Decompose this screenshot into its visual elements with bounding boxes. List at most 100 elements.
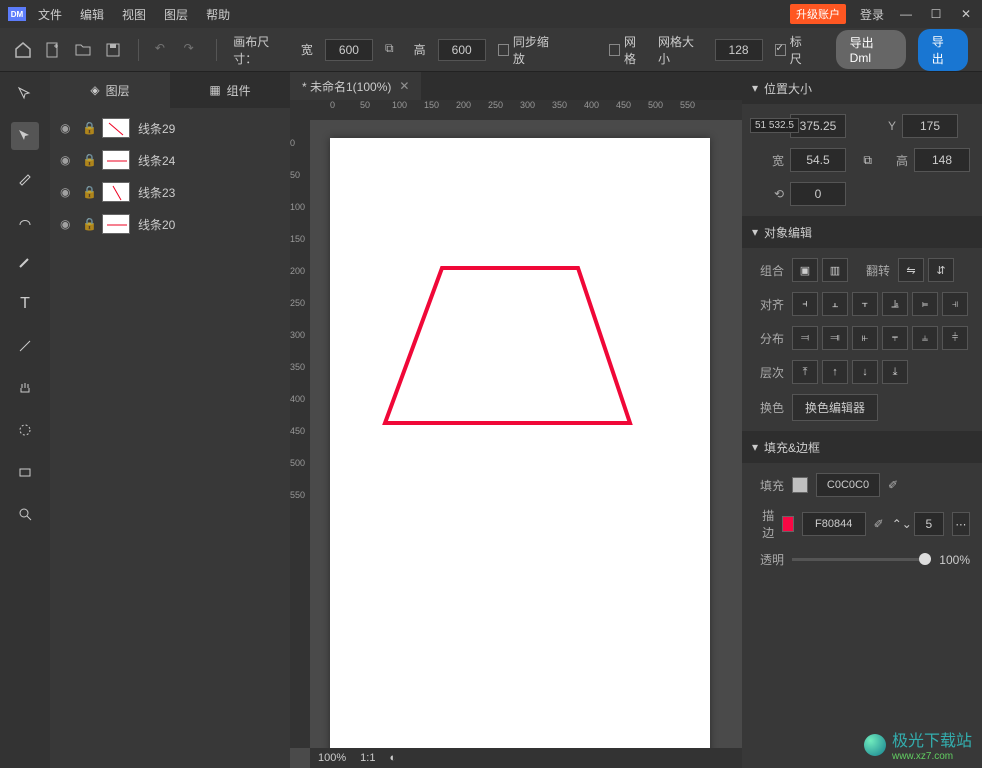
layer-row[interactable]: ◉ 🔒 线条24	[50, 144, 290, 176]
align-top-button[interactable]: ⫡	[882, 292, 908, 316]
menu-layer[interactable]: 图层	[164, 6, 188, 23]
fill-swatch[interactable]	[792, 477, 808, 493]
send-back-button[interactable]: ⤓	[882, 360, 908, 384]
bring-front-button[interactable]: ⤒	[792, 360, 818, 384]
lock-icon[interactable]: 🔒	[82, 153, 94, 167]
ungroup-button[interactable]: ▥	[822, 258, 848, 282]
hand-tool[interactable]	[11, 374, 39, 402]
group-button[interactable]: ▣	[792, 258, 818, 282]
section-fill-header[interactable]: ▾ 填充&边框	[742, 431, 982, 463]
minimize-button[interactable]: —	[898, 6, 914, 22]
dist-h3-button[interactable]: ⫦	[852, 326, 878, 350]
eyedropper-icon[interactable]: ✐	[874, 517, 884, 531]
visibility-icon[interactable]: ◉	[60, 153, 74, 167]
layer-name: 线条23	[138, 184, 175, 201]
menu-edit[interactable]: 编辑	[80, 6, 104, 23]
width-input[interactable]	[790, 148, 846, 172]
link-dimensions-icon[interactable]: ⧉	[385, 41, 402, 59]
tab-layers[interactable]: ◈ 图层	[50, 72, 170, 108]
bezier-tool[interactable]	[11, 206, 39, 234]
redo-icon[interactable]: ↷	[184, 41, 201, 59]
stroke-swatch[interactable]	[782, 516, 793, 532]
trapezoid-shape[interactable]	[330, 138, 710, 748]
grid-size-input[interactable]	[715, 39, 763, 61]
layer-row[interactable]: ◉ 🔒 线条23	[50, 176, 290, 208]
canvas[interactable]	[330, 138, 710, 748]
sync-scale-checkbox[interactable]: 同步缩放	[498, 33, 557, 67]
ruler-checkbox[interactable]: 标尺	[775, 33, 812, 67]
send-backward-button[interactable]: ↓	[852, 360, 878, 384]
canvas-size-label: 画布尺寸：	[233, 33, 289, 67]
dist-h1-button[interactable]: ⫤	[792, 326, 818, 350]
canvas-width-input[interactable]	[325, 39, 373, 61]
height-input[interactable]	[914, 148, 970, 172]
upgrade-badge[interactable]: 升级账户	[790, 4, 846, 24]
opacity-slider[interactable]	[792, 558, 931, 561]
export-button[interactable]: 导出	[918, 29, 968, 71]
lock-icon[interactable]: 🔒	[82, 121, 94, 135]
zoom-level[interactable]: 100%	[318, 752, 346, 764]
zoom-slider-icon[interactable]: ◐	[389, 752, 396, 764]
flip-h-button[interactable]: ⇋	[898, 258, 924, 282]
tab-components[interactable]: ▦ 组件	[170, 72, 290, 108]
align-bottom-button[interactable]: ⫣	[942, 292, 968, 316]
dist-v3-button[interactable]: ⫩	[942, 326, 968, 350]
direct-select-tool[interactable]	[11, 122, 39, 150]
line-tool[interactable]	[11, 332, 39, 360]
brush-tool[interactable]	[11, 248, 39, 276]
menu-view[interactable]: 视图	[122, 6, 146, 23]
layer-row[interactable]: ◉ 🔒 线条20	[50, 208, 290, 240]
menu-help[interactable]: 帮助	[206, 6, 230, 23]
align-left-button[interactable]: ⫞	[792, 292, 818, 316]
lock-icon[interactable]: 🔒	[82, 217, 94, 231]
stroke-color-input[interactable]	[802, 512, 866, 536]
lock-icon[interactable]: 🔒	[82, 185, 94, 199]
align-right-button[interactable]: ⫟	[852, 292, 878, 316]
rect-tool[interactable]	[11, 458, 39, 486]
y-input[interactable]	[902, 114, 958, 138]
dist-v1-button[interactable]: ⫧	[882, 326, 908, 350]
align-center-v-button[interactable]: ⫢	[912, 292, 938, 316]
bring-forward-button[interactable]: ↑	[822, 360, 848, 384]
visibility-icon[interactable]: ◉	[60, 217, 74, 231]
grid-checkbox[interactable]: 网格	[609, 33, 646, 67]
eyedropper-icon[interactable]: ✐	[888, 478, 898, 492]
dist-v2-button[interactable]: ⫨	[912, 326, 938, 350]
maximize-button[interactable]: ☐	[928, 6, 944, 22]
flip-v-button[interactable]: ⇵	[928, 258, 954, 282]
visibility-icon[interactable]: ◉	[60, 121, 74, 135]
more-stroke-button[interactable]: ⋯	[952, 512, 970, 536]
section-position-header[interactable]: ▾ 位置大小	[742, 72, 982, 104]
dist-h2-button[interactable]: ⫥	[822, 326, 848, 350]
rotate-tool[interactable]	[11, 416, 39, 444]
distribute-label: 分布	[754, 330, 784, 347]
layers-list: ◉ 🔒 线条29 ◉ 🔒 线条24 ◉ 🔒 线条23 ◉ 🔒	[50, 108, 290, 768]
pointer-tool[interactable]	[11, 80, 39, 108]
login-link[interactable]: 登录	[860, 6, 884, 23]
align-center-h-button[interactable]: ⫠	[822, 292, 848, 316]
undo-icon[interactable]: ↶	[155, 41, 172, 59]
new-file-icon[interactable]	[44, 41, 62, 59]
document-tab[interactable]: * 未命名1(100%) ✕	[290, 72, 421, 100]
pen-tool[interactable]	[11, 164, 39, 192]
text-tool[interactable]: T	[11, 290, 39, 318]
canvas-height-input[interactable]	[438, 39, 486, 61]
save-icon[interactable]	[104, 41, 122, 59]
stroke-width-stepper[interactable]: ⌃⌄	[892, 512, 944, 536]
visibility-icon[interactable]: ◉	[60, 185, 74, 199]
color-editor-button[interactable]: 换色编辑器	[792, 394, 878, 421]
close-tab-icon[interactable]: ✕	[399, 79, 409, 93]
open-folder-icon[interactable]	[74, 41, 92, 59]
layer-row[interactable]: ◉ 🔒 线条29	[50, 112, 290, 144]
section-edit-header[interactable]: ▾ 对象编辑	[742, 216, 982, 248]
zoom-ratio[interactable]: 1:1	[360, 752, 375, 764]
rotation-input[interactable]	[790, 182, 846, 206]
zoom-tool[interactable]	[11, 500, 39, 528]
home-icon[interactable]	[14, 41, 32, 59]
fill-color-input[interactable]	[816, 473, 880, 497]
close-button[interactable]: ✕	[958, 6, 974, 22]
link-wh-icon[interactable]: ⧉	[863, 153, 872, 168]
menu-file[interactable]: 文件	[38, 6, 62, 23]
canvas-viewport[interactable]	[310, 120, 742, 748]
export-dml-button[interactable]: 导出Dml	[836, 30, 906, 69]
